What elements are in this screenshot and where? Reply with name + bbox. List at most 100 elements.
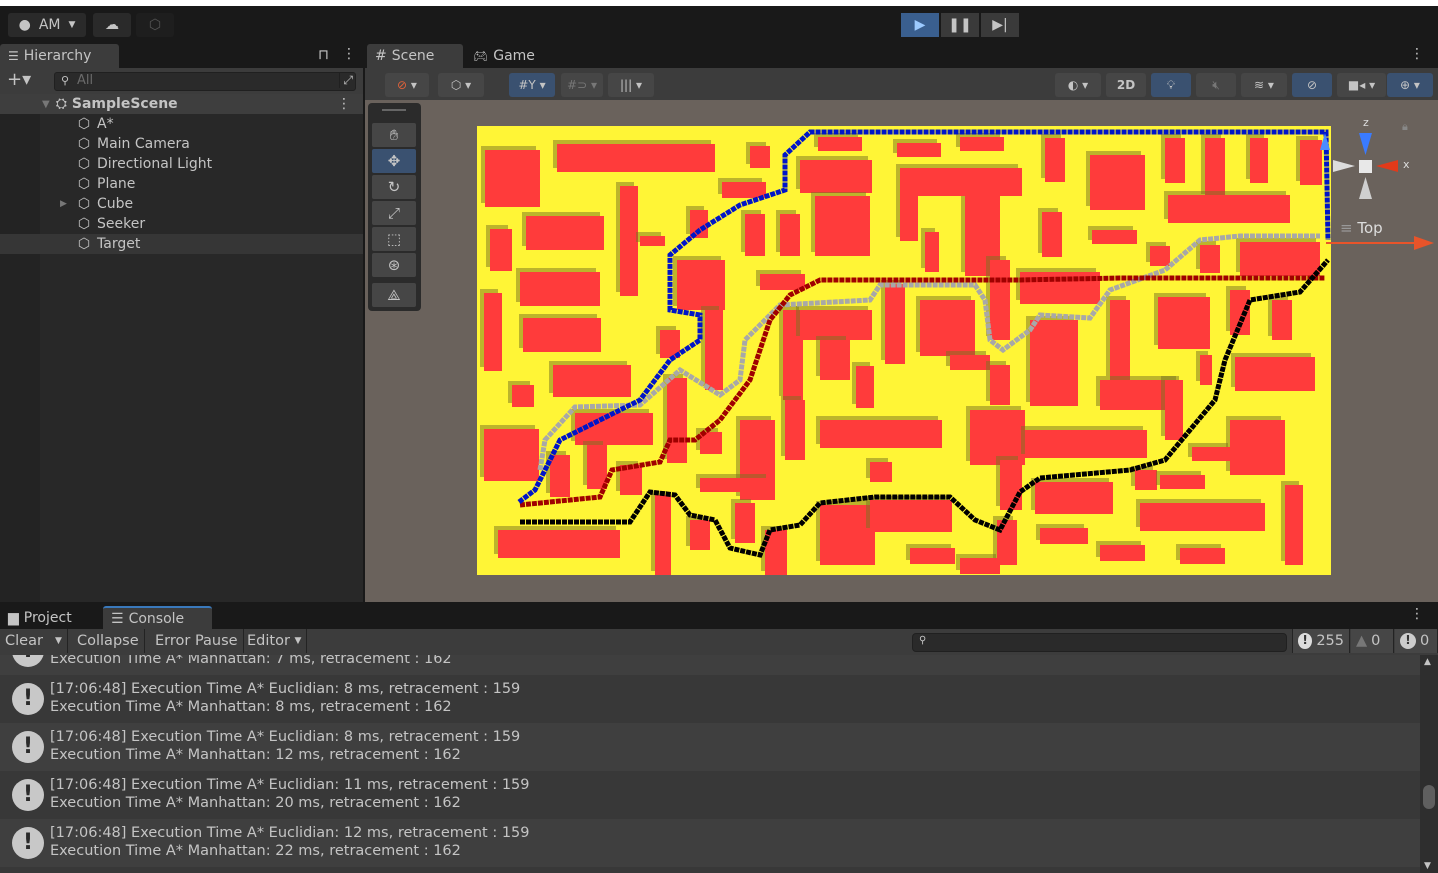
console-scrollbar[interactable]: ▲ ▼: [1420, 655, 1438, 873]
obstacle-cube[interactable]: [1285, 485, 1303, 565]
obstacle-cube[interactable]: [550, 455, 570, 497]
obstacle-cube[interactable]: [667, 378, 687, 463]
obstacle-cube[interactable]: [1200, 355, 1212, 385]
obstacle-cube[interactable]: [1045, 138, 1065, 182]
log-entry[interactable]: ! [17:06:48] Execution Time A* Euclidian:…: [0, 771, 1420, 819]
obstacle-cube[interactable]: [900, 196, 918, 241]
obstacle-cube[interactable]: [705, 310, 723, 390]
obstacle-cube[interactable]: [785, 400, 805, 460]
obstacle-cube[interactable]: [1025, 430, 1147, 458]
tab-console[interactable]: ☰ Console: [103, 606, 212, 630]
obstacle-cube[interactable]: [587, 445, 607, 489]
gizmo-negx-cone[interactable]: [1333, 160, 1355, 172]
obstacle-cube[interactable]: [1165, 138, 1185, 183]
obstacle-cube[interactable]: [1235, 357, 1315, 391]
warning-filter-toggle[interactable]: ▲ 0: [1351, 629, 1394, 653]
gizmo-center-cube[interactable]: [1359, 160, 1372, 173]
obstacle-cube[interactable]: [553, 365, 631, 397]
transform-tool[interactable]: ⊛: [372, 253, 416, 277]
obstacle-cube[interactable]: [818, 137, 862, 151]
obstacle-cube[interactable]: [745, 214, 765, 256]
obstacle-cube[interactable]: [1035, 482, 1113, 514]
log-entry[interactable]: ! [17:06:48] Execution Time A* Euclidian:…: [0, 819, 1420, 867]
error-filter-toggle[interactable]: ! 0: [1395, 629, 1438, 653]
obstacle-cube[interactable]: [1110, 300, 1130, 380]
obstacle-cube[interactable]: [1180, 548, 1225, 564]
obstacle-cube[interactable]: [1150, 246, 1170, 266]
obstacle-cube[interactable]: [920, 300, 975, 356]
obstacle-cube[interactable]: [1100, 545, 1145, 561]
obstacle-cube[interactable]: [870, 462, 892, 482]
obstacle-cube[interactable]: [900, 168, 1022, 196]
obstacle-cube[interactable]: [897, 143, 941, 157]
obstacle-cube[interactable]: [523, 318, 601, 352]
obstacle-cube[interactable]: [750, 146, 770, 168]
obstacle-cube[interactable]: [1200, 245, 1220, 273]
scroll-up-icon[interactable]: ▲: [1424, 657, 1431, 667]
obstacle-cube[interactable]: [780, 214, 800, 256]
obstacle-cube[interactable]: [1160, 475, 1205, 489]
obstacle-cube[interactable]: [820, 420, 942, 448]
custom-tool[interactable]: ⟁: [372, 283, 416, 307]
obstacle-cube[interactable]: [885, 284, 905, 364]
obstacle-cube[interactable]: [640, 236, 665, 246]
obstacle-cube[interactable]: [520, 272, 600, 306]
obstacle-cube[interactable]: [870, 500, 952, 532]
obstacle-cube[interactable]: [1135, 470, 1157, 490]
more-options-icon[interactable]: ⋮: [1410, 606, 1424, 622]
obstacle-cube[interactable]: [1250, 138, 1268, 183]
clear-options-dropdown[interactable]: ▼: [50, 629, 68, 653]
obstacle-cube[interactable]: [990, 260, 1010, 340]
scale-tool[interactable]: ⤢: [372, 201, 416, 225]
obstacle-cube[interactable]: [1165, 380, 1183, 440]
obstacle-cube[interactable]: [1300, 140, 1322, 185]
obstacle-cube[interactable]: [690, 520, 710, 550]
clear-button[interactable]: Clear: [0, 629, 48, 653]
orientation-toggle[interactable]: ≡ Top: [1340, 219, 1383, 237]
hand-tool[interactable]: ✋︎: [372, 123, 416, 147]
editor-dropdown[interactable]: Editor ▼: [242, 629, 308, 653]
obstacle-cube[interactable]: [490, 229, 512, 271]
scroll-down-icon[interactable]: ▼: [1424, 861, 1431, 871]
obstacle-cube[interactable]: [484, 429, 539, 481]
obstacle-cube[interactable]: [960, 558, 1000, 574]
obstacle-cube[interactable]: [925, 232, 939, 272]
obstacle-cube[interactable]: [735, 503, 755, 543]
obstacle-cube[interactable]: [512, 385, 534, 407]
obstacle-cube[interactable]: [1140, 503, 1265, 531]
log-entry[interactable]: ! [17:06:48] Execution Time A* Euclidian:…: [0, 723, 1420, 771]
obstacle-cube[interactable]: [1090, 155, 1145, 210]
collapse-button[interactable]: Collapse: [72, 629, 145, 653]
error-pause-button[interactable]: Error Pause: [150, 629, 244, 653]
log-entry[interactable]: ! Execution Time A* Manhattan: 7 ms, retr…: [0, 655, 1420, 675]
obstacle-cube[interactable]: [910, 548, 955, 564]
obstacle-cube[interactable]: [700, 478, 770, 492]
obstacle-cube[interactable]: [1030, 320, 1078, 406]
obstacle-cube[interactable]: [526, 216, 604, 250]
lock-icon[interactable]: 🔒︎: [1402, 120, 1408, 134]
obstacle-cube[interactable]: [1240, 242, 1320, 276]
gizmo-z-cone[interactable]: [1359, 133, 1372, 155]
obstacle-cube[interactable]: [1092, 230, 1137, 244]
rotate-tool[interactable]: ↻: [372, 175, 416, 199]
obstacle-cube[interactable]: [677, 260, 725, 310]
obstacle-cube[interactable]: [557, 144, 715, 172]
obstacle-cube[interactable]: [484, 293, 502, 371]
log-entry[interactable]: ! [17:06:48] Execution Time A* Euclidian:…: [0, 675, 1420, 723]
gizmo-negz-cone[interactable]: [1359, 177, 1372, 199]
obstacle-cube[interactable]: [1192, 447, 1232, 461]
obstacle-cube[interactable]: [1158, 297, 1210, 349]
obstacle-cube[interactable]: [1272, 300, 1292, 340]
scrollbar-thumb[interactable]: [1423, 785, 1435, 809]
log-filter-toggle[interactable]: ! 255: [1292, 629, 1350, 653]
obstacle-cube[interactable]: [800, 310, 872, 340]
obstacle-cube[interactable]: [485, 150, 540, 207]
obstacle-cube[interactable]: [820, 340, 850, 380]
obstacle-cube[interactable]: [1000, 460, 1022, 510]
obstacle-cube[interactable]: [498, 530, 620, 558]
x-arrow-icon[interactable]: [1414, 236, 1434, 250]
obstacle-cube[interactable]: [1230, 420, 1285, 475]
obstacle-cube[interactable]: [1205, 138, 1225, 198]
obstacle-cube[interactable]: [1040, 528, 1088, 544]
obstacle-cube[interactable]: [800, 160, 872, 193]
